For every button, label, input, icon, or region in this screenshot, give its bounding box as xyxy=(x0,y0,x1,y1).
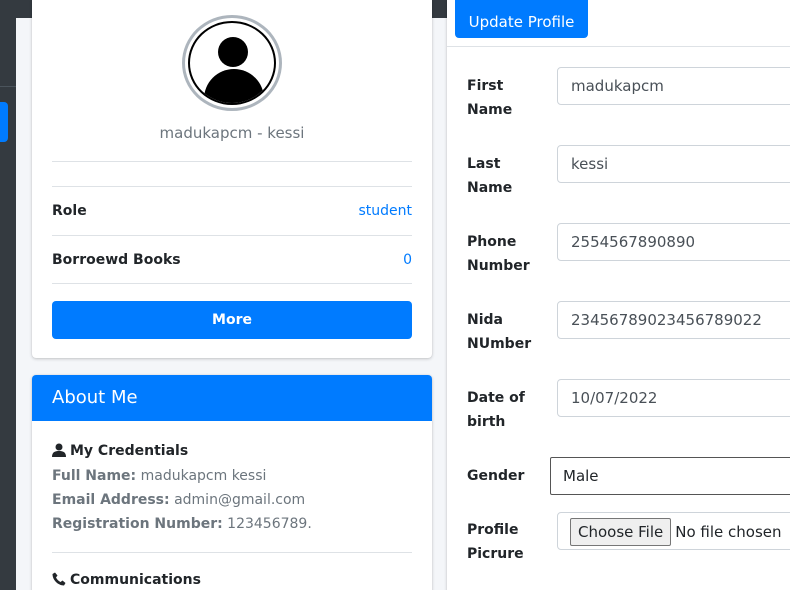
choose-file-button[interactable]: Choose File xyxy=(570,518,672,546)
list-item-role: Role student xyxy=(52,186,412,235)
date-of-birth-input[interactable]: 10/07/2022 xyxy=(557,379,790,417)
profile-picture-file-input: Choose File No file chosen xyxy=(557,512,790,550)
last-name-label: Last Name xyxy=(467,156,513,196)
nida-number-label: Nida NUmber xyxy=(467,312,532,352)
date-of-birth-label: Date of birth xyxy=(467,390,525,430)
credentials-heading: My Credentials xyxy=(52,443,188,459)
list-item-borrowed-books: Borroewd Books 0 xyxy=(52,235,412,284)
profile-card: madukapcm - kessi Role student Borroewd … xyxy=(32,0,432,358)
avatar xyxy=(182,15,282,111)
credentials-heading-text: My Credentials xyxy=(70,443,189,459)
phone-icon xyxy=(52,572,66,586)
communications-heading-text: Communications xyxy=(70,572,201,588)
sidebar xyxy=(0,0,16,590)
role-label: Role xyxy=(52,203,87,219)
more-button[interactable]: More xyxy=(52,301,412,339)
update-profile-card: Update Profile First Name madukapcm Last… xyxy=(447,0,790,590)
divider xyxy=(52,552,412,553)
sidebar-active-item[interactable] xyxy=(0,102,8,142)
last-name-input[interactable]: kessi xyxy=(557,145,790,183)
gender-select[interactable]: Male xyxy=(550,457,790,495)
full-name-label: Full Name: xyxy=(52,468,137,484)
update-profile-button[interactable]: Update Profile xyxy=(455,0,588,38)
about-me-header: About Me xyxy=(32,375,432,421)
email-line: Email Address: admin@gmail.com xyxy=(52,492,305,508)
full-name-line: Full Name: madukapcm kessi xyxy=(52,468,266,484)
user-silhouette-icon xyxy=(188,21,276,105)
first-name-label: First Name xyxy=(467,78,513,118)
borrowed-books-count-link[interactable]: 0 xyxy=(403,252,412,268)
profile-username: madukapcm - kessi xyxy=(159,124,305,142)
borrowed-books-label: Borroewd Books xyxy=(52,252,181,268)
gender-label: Gender xyxy=(467,468,525,484)
email-value: admin@gmail.com xyxy=(174,492,306,508)
divider xyxy=(447,46,790,47)
phone-number-label: Phone Number xyxy=(467,234,530,274)
profile-picture-label: Profile Picrure xyxy=(467,522,524,562)
full-name-value: madukapcm kessi xyxy=(140,468,267,484)
registration-label: Registration Number: xyxy=(52,516,223,532)
nida-number-input[interactable]: 23456789023456789022 xyxy=(557,301,790,339)
email-label: Email Address: xyxy=(52,492,170,508)
first-name-input[interactable]: madukapcm xyxy=(557,67,790,105)
divider xyxy=(52,161,412,162)
registration-value: 123456789. xyxy=(227,516,312,532)
no-file-chosen-text: No file chosen xyxy=(675,523,782,541)
phone-number-input[interactable]: 2554567890890 xyxy=(557,223,790,261)
sidebar-divider xyxy=(0,86,16,87)
communications-heading: Communications xyxy=(52,572,201,588)
about-me-card: About Me My Credentials Full Name: maduk… xyxy=(32,375,432,590)
role-value-link[interactable]: student xyxy=(358,203,412,219)
user-icon xyxy=(52,443,66,457)
registration-line: Registration Number: 123456789. xyxy=(52,516,312,532)
